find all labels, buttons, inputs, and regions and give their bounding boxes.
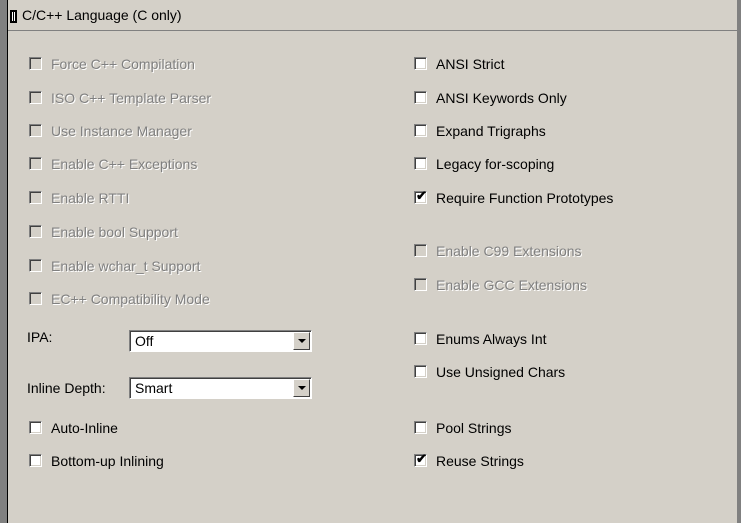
checkbox-label: Legacy for-scoping (436, 156, 555, 172)
checkmark-icon: ✔ (416, 451, 427, 466)
checkbox-label: EC++ Compatibility Mode (51, 291, 210, 307)
ipa-label: IPA: (27, 329, 53, 345)
checkbox-box[interactable] (29, 259, 42, 272)
checkbox-label: Force C++ Compilation (51, 56, 195, 72)
checkmark-icon: ✔ (416, 188, 427, 203)
chevron-down-icon (298, 386, 306, 390)
checkbox-label: Bottom-up Inlining (51, 453, 164, 469)
checkbox-box[interactable]: ✔ (414, 451, 427, 467)
panel-title: C/C++ Language (C only) (22, 7, 182, 23)
frame-left (0, 0, 7, 523)
checkbox-label: Require Function Prototypes (436, 190, 614, 206)
panel-grip-icon (10, 10, 17, 23)
checkbox-label: Enums Always Int (436, 331, 547, 347)
inline-depth-label: Inline Depth: (27, 380, 106, 396)
inline-depth-dropdown-button[interactable] (293, 379, 310, 397)
checkbox-label: Enable wchar_t Support (51, 258, 201, 274)
checkbox-box[interactable] (414, 124, 427, 137)
checkbox-label: Enable C++ Exceptions (51, 156, 198, 172)
checkbox-box[interactable] (29, 124, 42, 137)
ipa-select[interactable]: Off (129, 330, 312, 352)
checkbox-box[interactable] (29, 157, 42, 170)
checkbox-label: Pool Strings (436, 420, 512, 436)
checkbox-box[interactable] (414, 244, 427, 257)
checkbox-box[interactable] (29, 191, 42, 204)
checkbox-box[interactable] (414, 421, 427, 434)
settings-panel: C/C++ Language (C only) Force C++ Compil… (0, 0, 741, 523)
ipa-dropdown-button[interactable] (293, 332, 310, 350)
checkbox-box[interactable] (29, 292, 42, 305)
inline-depth-value: Smart (135, 380, 173, 396)
checkbox-label: Reuse Strings (436, 453, 524, 469)
checkbox-label: Expand Trigraphs (436, 123, 546, 139)
checkbox-box[interactable] (29, 454, 42, 467)
checkbox-box[interactable] (414, 365, 427, 378)
checkbox-label: Enable bool Support (51, 224, 178, 240)
checkbox-box[interactable] (414, 332, 427, 345)
checkbox-box[interactable] (29, 225, 42, 238)
frame-right (737, 0, 741, 523)
chevron-down-icon (298, 339, 306, 343)
checkbox-label: Enable C99 Extensions (436, 243, 582, 259)
ipa-value: Off (135, 333, 154, 349)
checkbox-box[interactable] (414, 57, 427, 70)
checkbox-label: Use Unsigned Chars (436, 364, 566, 380)
checkbox-label: ANSI Strict (436, 56, 505, 72)
checkbox-box[interactable] (414, 157, 427, 170)
inline-depth-select[interactable]: Smart (129, 377, 312, 399)
checkbox-label: Auto-Inline (51, 420, 118, 436)
checkbox-label: Use Instance Manager (51, 123, 192, 139)
checkbox-label: Enable RTTI (51, 190, 130, 206)
checkbox-box[interactable] (414, 278, 427, 291)
checkbox-label: Enable GCC Extensions (436, 277, 587, 293)
checkbox-box[interactable] (414, 91, 427, 104)
checkbox-box[interactable]: ✔ (414, 188, 427, 204)
checkbox-box[interactable] (29, 57, 42, 70)
checkbox-box[interactable] (29, 91, 42, 104)
checkbox-label: ISO C++ Template Parser (51, 90, 212, 106)
checkbox-label: ANSI Keywords Only (436, 90, 567, 106)
checkbox-box[interactable] (29, 421, 42, 434)
